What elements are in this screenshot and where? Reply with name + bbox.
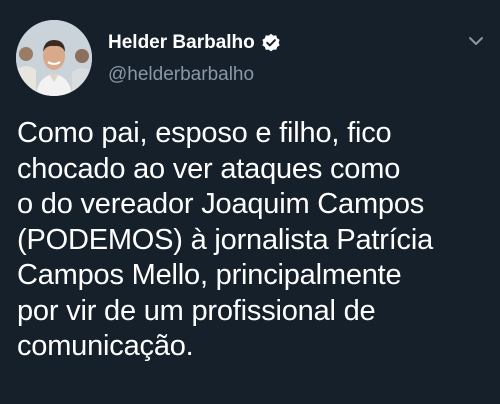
tweet-card: Helder Barbalho @helderbarbalho Como pai…: [0, 0, 500, 404]
avatar[interactable]: [16, 20, 92, 96]
tweet-text-line: o do vereador Joaquim Campos: [17, 188, 425, 220]
tweet-text-line: chocado ao ver ataques como: [17, 152, 401, 185]
author-display-name[interactable]: Helder Barbalho: [108, 32, 255, 54]
author-name-row: Helder Barbalho: [108, 30, 281, 56]
tweet-text-line: (PODEMOS) à jornalista Patrícia: [17, 223, 434, 256]
tweet-text-line: por vir de um profissional de: [17, 294, 376, 327]
profile-photo: [16, 20, 92, 96]
tweet-text-line: comunicação.: [17, 330, 194, 362]
tweet-text-line: Campos Mello, principalmente: [17, 259, 402, 291]
chevron-down-icon[interactable]: [466, 34, 486, 48]
tweet-text-line: Como pai, esposo e filho, fico: [17, 117, 392, 149]
author-handle[interactable]: @helderbarbalho: [108, 64, 254, 86]
verified-badge-icon: [261, 33, 281, 53]
tweet-text: Como pai, esposo e filho, fico chocado a…: [17, 116, 487, 365]
